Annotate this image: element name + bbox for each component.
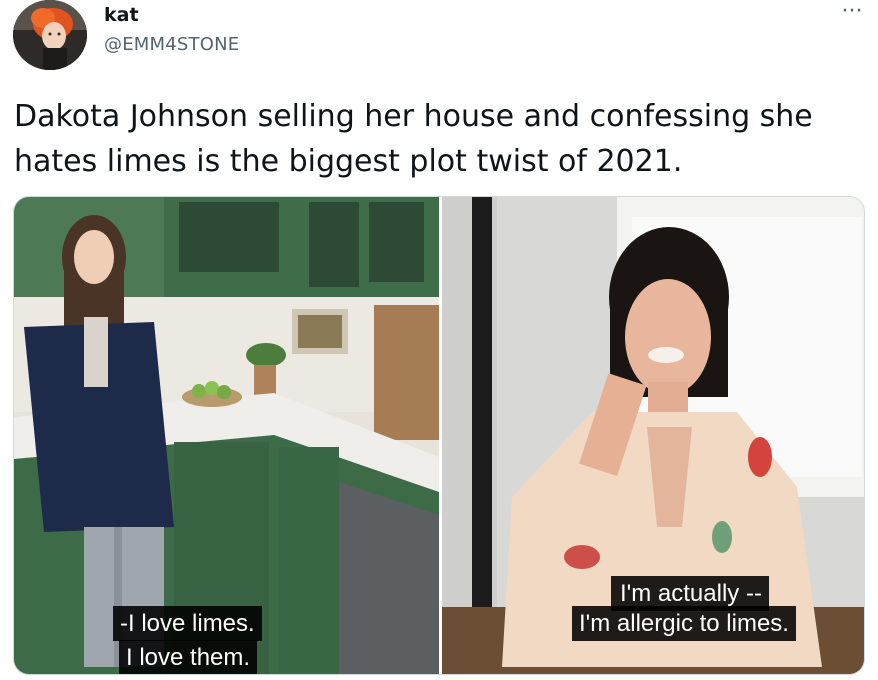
user-display-name[interactable]: kat: [104, 4, 139, 26]
ellipsis-icon[interactable]: ···: [832, 0, 872, 28]
tweet-media[interactable]: -I love limes. I love them. I'm actually…: [13, 196, 865, 675]
subtitle-line-1: -I love limes.: [113, 606, 262, 641]
tweet-text: Dakota Johnson selling her house and con…: [14, 99, 813, 179]
media-image-left[interactable]: -I love limes. I love them.: [14, 197, 439, 674]
avatar[interactable]: [13, 0, 87, 70]
subtitle-line-2: I love them.: [119, 640, 258, 674]
subtitle-line-2: I'm allergic to limes.: [572, 606, 796, 641]
media-image-right[interactable]: I'm actually -- I'm allergic to limes.: [442, 197, 864, 674]
avatar-image: [13, 0, 87, 70]
user-handle[interactable]: @EMM4STONE: [104, 34, 239, 55]
kitchen-scene-image: [14, 197, 439, 674]
